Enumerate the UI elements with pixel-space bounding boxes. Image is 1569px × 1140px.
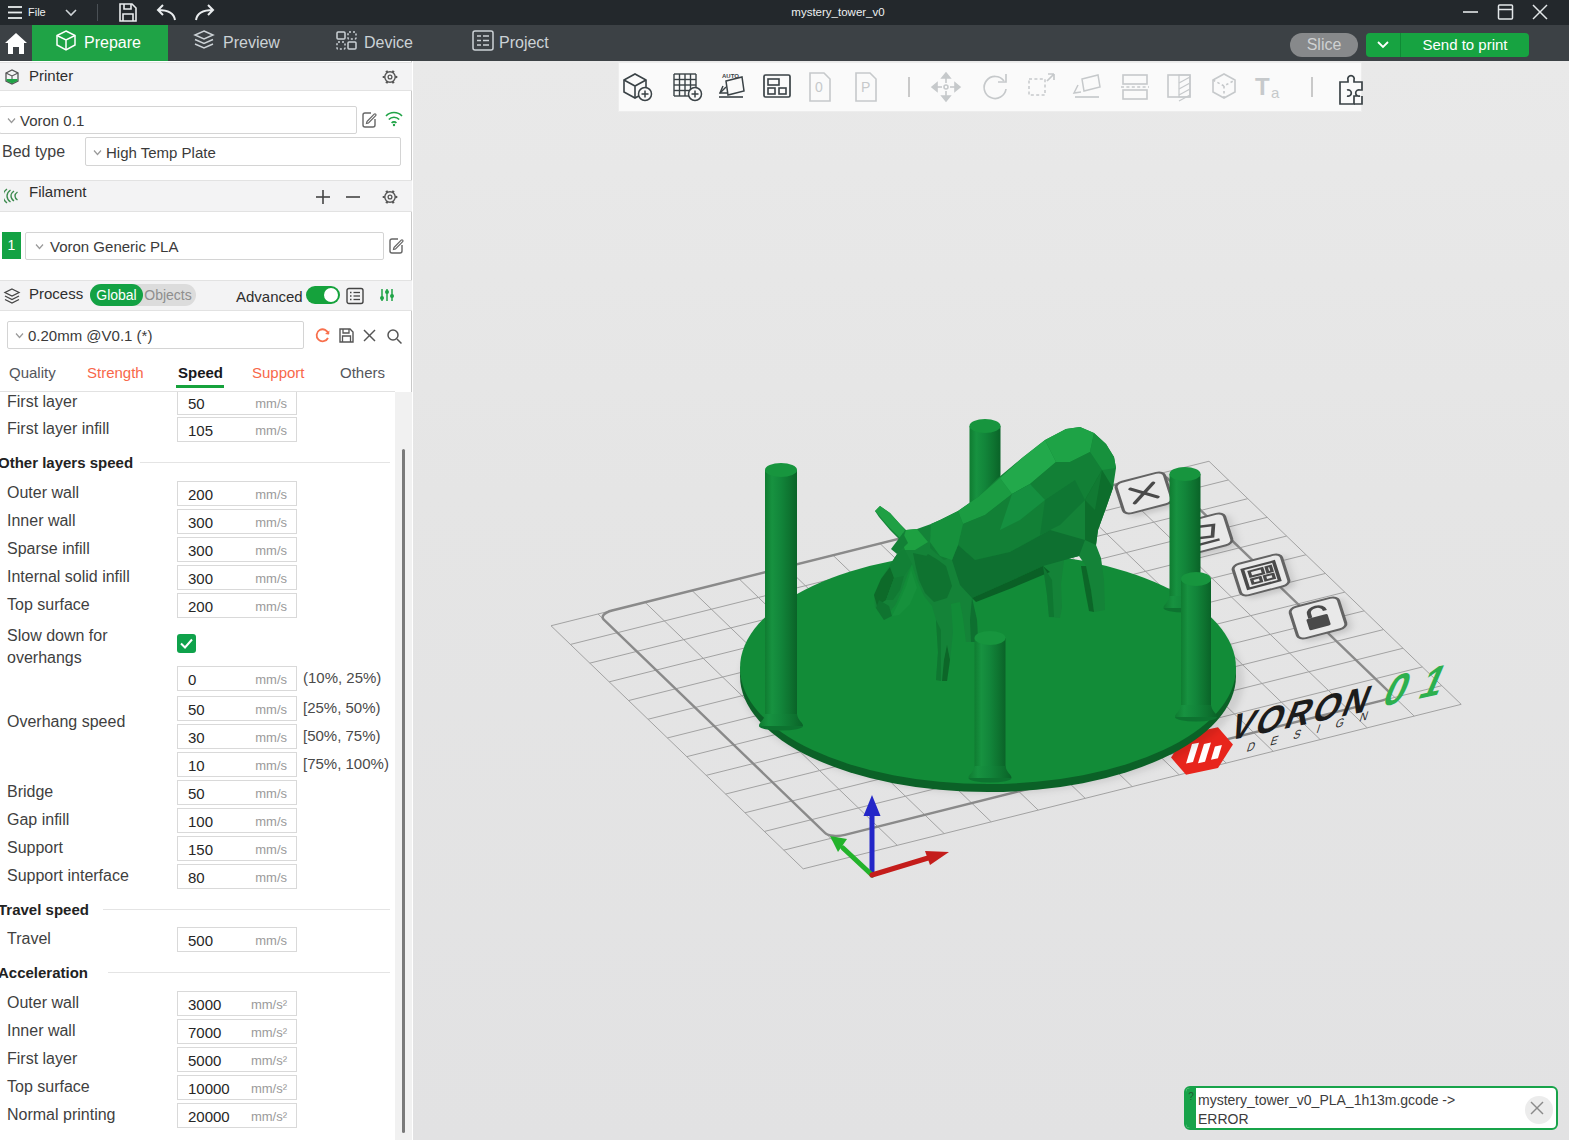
svg-text:1: 1: [1412, 654, 1455, 708]
